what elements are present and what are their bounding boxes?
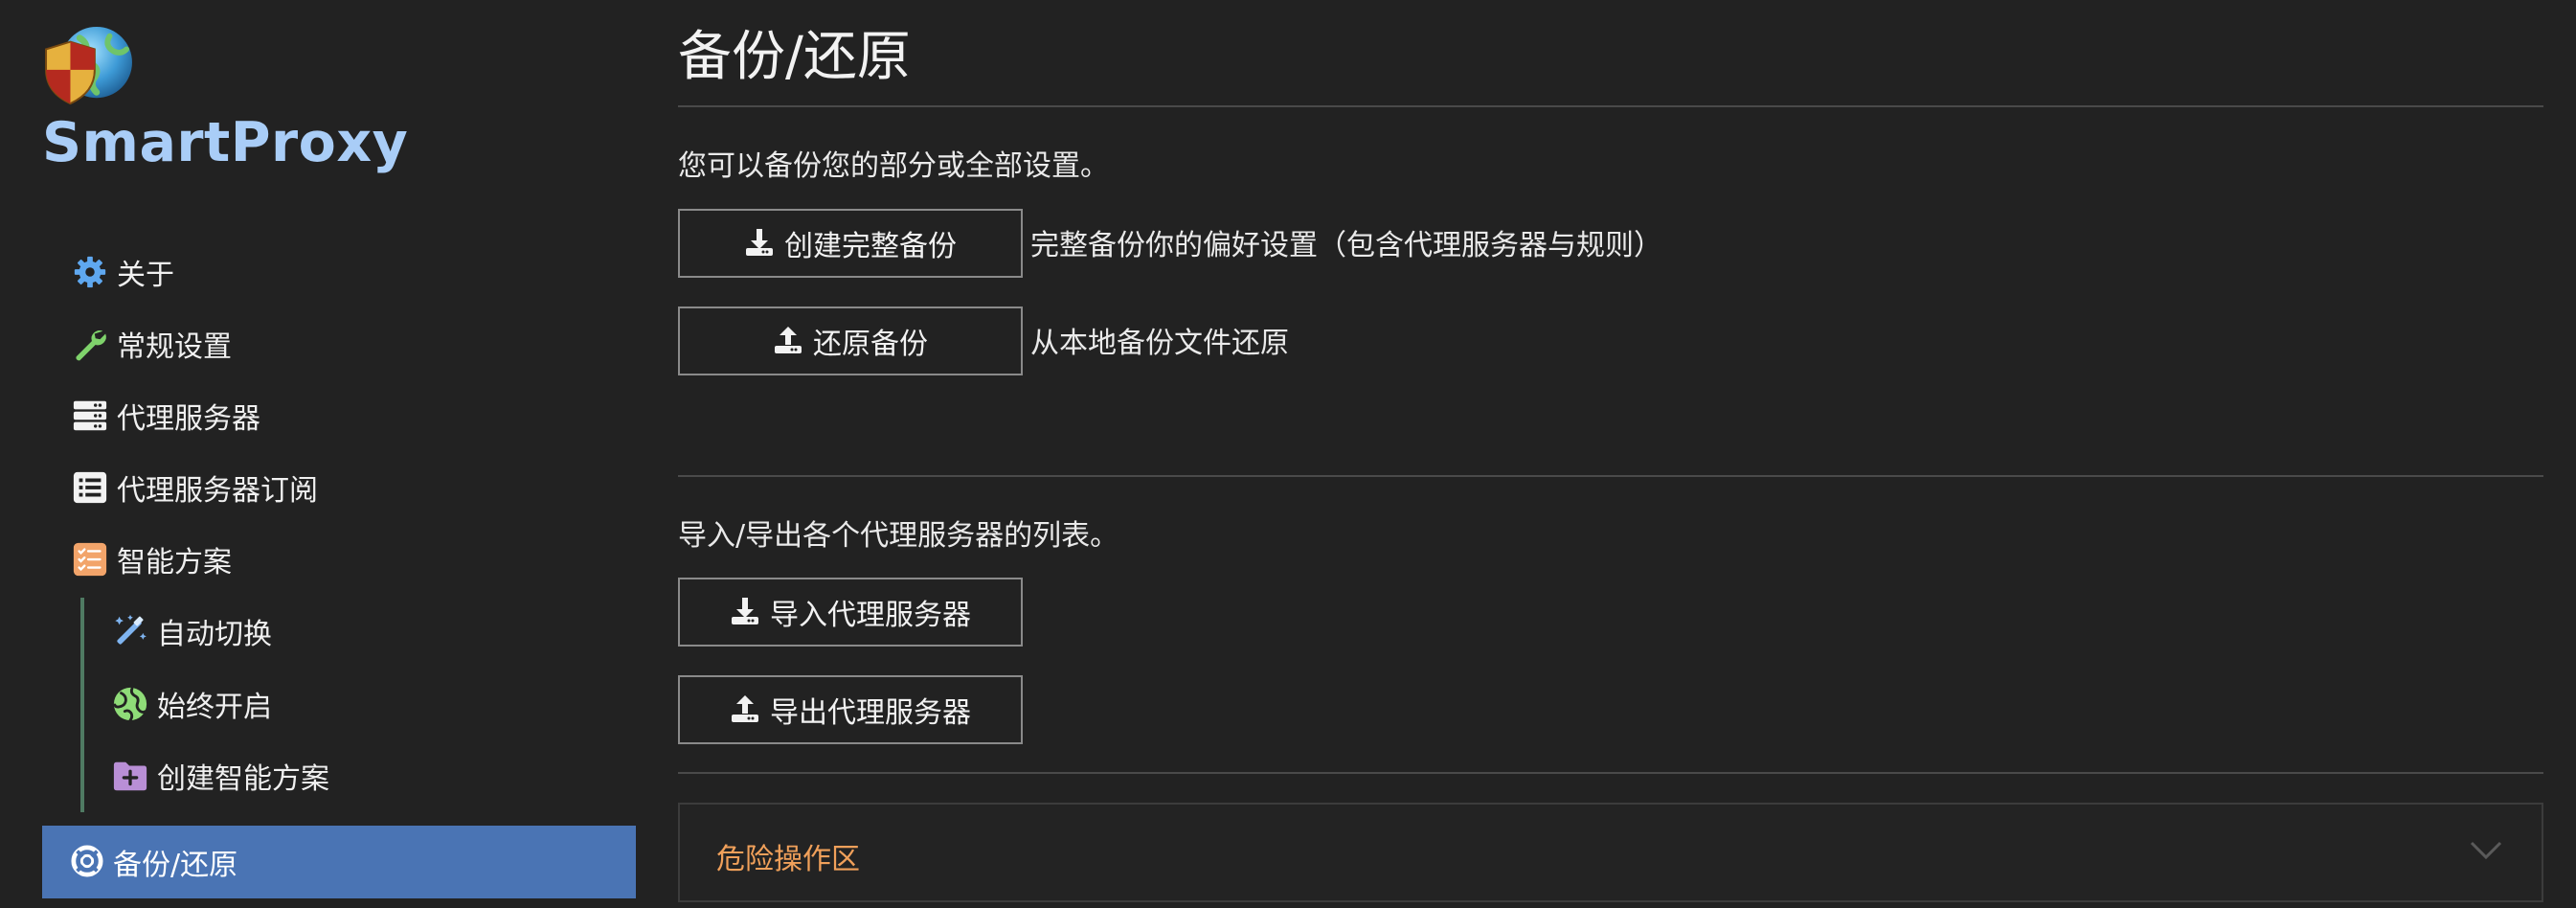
sidebar-item-label: 代理服务器订阅 <box>117 474 318 508</box>
sidebar: SmartProxy 关于 常规设置 代理服务器 代理服务器订阅 智能方案 自动… <box>0 0 651 908</box>
folder-plus-icon <box>111 757 149 795</box>
sidebar-item-proxy-subscriptions[interactable]: 代理服务器订阅 <box>71 457 318 518</box>
section-divider <box>678 475 2543 477</box>
danger-zone-accordion[interactable]: 危险操作区 <box>678 803 2543 902</box>
button-label: 导入代理服务器 <box>770 599 971 632</box>
create-full-backup-button[interactable]: 创建完整备份 <box>678 209 1023 278</box>
app-name: SmartProxy <box>42 111 409 174</box>
app-window: SmartProxy 关于 常规设置 代理服务器 代理服务器订阅 智能方案 自动… <box>0 0 2576 908</box>
gear-icon <box>71 253 109 291</box>
sidebar-item-label: 常规设置 <box>117 330 232 364</box>
button-label: 还原备份 <box>813 328 928 361</box>
sidebar-item-always-on[interactable]: 始终开启 <box>111 673 272 735</box>
sidebar-item-label: 关于 <box>117 259 174 292</box>
restore-backup-note: 从本地备份文件还原 <box>1030 327 1289 360</box>
section-divider <box>678 772 2543 774</box>
page-title: 备份/还原 <box>678 26 911 88</box>
sidebar-item-label: 自动切换 <box>157 618 272 651</box>
submenu-divider <box>80 598 84 812</box>
sidebar-item-label: 备份/还原 <box>113 849 238 882</box>
title-divider <box>678 105 2543 107</box>
sidebar-item-create-smart-profile[interactable]: 创建智能方案 <box>111 745 329 806</box>
wrench-icon <box>71 325 109 363</box>
sidebar-item-about[interactable]: 关于 <box>71 241 174 303</box>
sidebar-item-label: 智能方案 <box>117 546 232 579</box>
server-icon <box>71 397 109 435</box>
danger-zone-label: 危险操作区 <box>716 843 860 876</box>
main-content: 备份/还原 您可以备份您的部分或全部设置。 创建完整备份 完整备份你的偏好设置（… <box>678 0 2545 908</box>
create-backup-note: 完整备份你的偏好设置（包含代理服务器与规则） <box>1030 229 1662 262</box>
upload-icon <box>773 325 805 357</box>
upload-icon <box>730 693 762 726</box>
sidebar-item-label: 始终开启 <box>157 691 272 724</box>
checklist-icon <box>71 540 109 579</box>
sidebar-item-smart-profiles[interactable]: 智能方案 <box>71 529 232 590</box>
sidebar-item-label: 代理服务器 <box>117 402 260 436</box>
button-label: 创建完整备份 <box>784 230 957 263</box>
button-label: 导出代理服务器 <box>770 696 971 730</box>
download-icon <box>730 596 762 628</box>
proxies-description: 导入/导出各个代理服务器的列表。 <box>678 519 1119 553</box>
sidebar-item-auto-switch[interactable]: 自动切换 <box>111 601 272 662</box>
import-proxies-button[interactable]: 导入代理服务器 <box>678 578 1023 647</box>
list-icon <box>71 468 109 507</box>
backup-description: 您可以备份您的部分或全部设置。 <box>678 149 1109 183</box>
sidebar-item-proxy-servers[interactable]: 代理服务器 <box>71 385 260 446</box>
lifebuoy-icon <box>71 845 105 879</box>
chevron-down-icon <box>2469 839 2503 862</box>
export-proxies-button[interactable]: 导出代理服务器 <box>678 675 1023 744</box>
magic-wand-icon <box>111 612 149 650</box>
download-icon <box>744 227 777 260</box>
app-logo-icon <box>42 25 136 107</box>
sidebar-item-label: 创建智能方案 <box>157 762 329 796</box>
sidebar-item-general-settings[interactable]: 常规设置 <box>71 313 232 375</box>
restore-backup-button[interactable]: 还原备份 <box>678 306 1023 375</box>
globe-icon <box>111 685 149 723</box>
sidebar-item-backup-restore[interactable]: 备份/还原 <box>42 826 636 898</box>
